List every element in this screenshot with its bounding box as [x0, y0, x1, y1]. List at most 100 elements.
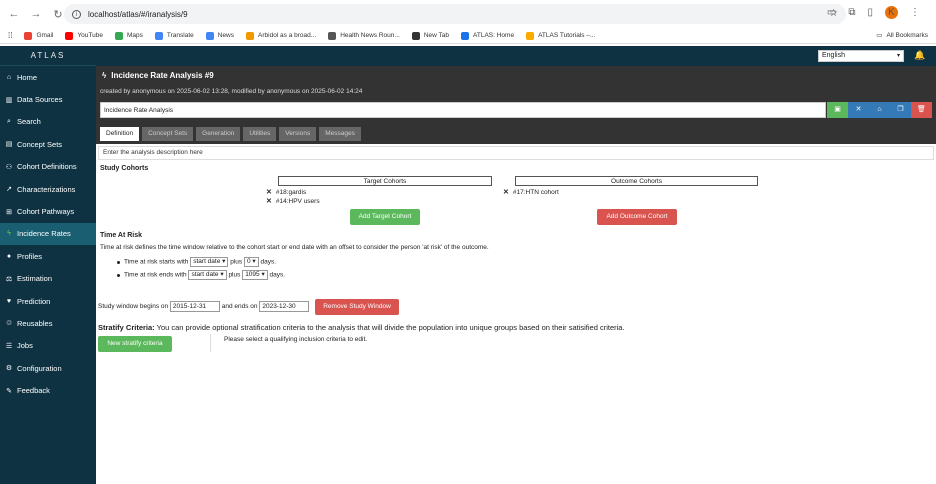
- time-at-risk-heading: Time At Risk: [100, 232, 143, 239]
- sidebar-item-cohort-definitions[interactable]: ⚇ Cohort Definitions: [0, 156, 96, 178]
- tar-start-offset-select[interactable]: 0 ▾: [243, 257, 259, 267]
- sidebar-item-incidence-rates[interactable]: ϟ Incidence Rates: [0, 222, 96, 246]
- forward-icon[interactable]: →: [28, 8, 44, 20]
- cogs-icon: ⚙: [5, 365, 13, 373]
- folder-icon: ▭: [876, 32, 883, 39]
- tab-definition[interactable]: Definition: [100, 127, 140, 141]
- back-icon[interactable]: ←: [6, 8, 22, 20]
- sidebar-item-jobs[interactable]: ☰ Jobs: [0, 335, 96, 357]
- delete-button[interactable]: 🗑: [911, 102, 932, 118]
- page-title-text: Incidence Rate Analysis #9: [111, 71, 214, 80]
- tab-messages[interactable]: Messages: [319, 127, 361, 141]
- sidebar-item-concept-sets[interactable]: ▤ Concept Sets: [0, 133, 96, 155]
- tar-start-anchor-select[interactable]: start date ▾: [190, 257, 229, 267]
- extensions-icon[interactable]: ⧉: [848, 7, 855, 18]
- sidebar-item-label: Home: [17, 72, 38, 82]
- site-info-icon[interactable]: i: [72, 9, 81, 19]
- description-input[interactable]: Enter the analysis description here: [98, 146, 934, 160]
- sidebar-item-prediction[interactable]: ♥ Prediction: [0, 290, 96, 312]
- tag-icon: ⌂: [877, 106, 882, 113]
- add-outcome-cohort-button[interactable]: Add Outcome Cohort: [597, 209, 677, 225]
- copy-button[interactable]: ❐: [890, 102, 911, 118]
- browser-menu-icon[interactable]: ⋮: [910, 7, 920, 18]
- sidebar-item-characterizations[interactable]: ↗ Characterizations: [0, 178, 96, 200]
- bookmark-item[interactable]: Maps: [114, 31, 143, 40]
- bookmark-item[interactable]: Health News Roun...: [328, 31, 400, 40]
- remove-study-window-button[interactable]: Remove Study Window: [315, 299, 399, 315]
- add-target-cohort-button[interactable]: Add Target Cohort: [350, 209, 420, 225]
- sidebar-item-configuration[interactable]: ⚙ Configuration: [0, 357, 96, 379]
- bookmark-item[interactable]: Arbidol as a broad...: [246, 31, 316, 40]
- language-select[interactable]: English ▾: [818, 50, 904, 62]
- sidebar-item-label: Search: [17, 117, 41, 127]
- all-bookmarks[interactable]: ▭ All Bookmarks: [876, 31, 928, 40]
- bookmark-item[interactable]: YouTube: [65, 31, 103, 40]
- tar-end-anchor-select[interactable]: start date ▾: [188, 270, 227, 280]
- sidebar-item-label: Estimation: [17, 274, 53, 284]
- tab-concept-sets[interactable]: Concept Sets: [142, 127, 194, 141]
- bolt-icon: ϟ: [7, 230, 11, 238]
- sidebar-item-search[interactable]: ⌕ Search: [0, 111, 96, 133]
- users-icon: ⚇: [5, 163, 13, 171]
- bell-icon[interactable]: 🔔: [914, 50, 925, 61]
- bookmark-label: YouTube: [77, 32, 103, 39]
- user-icon: ●: [6, 252, 12, 260]
- tab-utilities[interactable]: Utilities: [243, 127, 277, 141]
- remove-icon[interactable]: ✕: [503, 188, 509, 196]
- close-button[interactable]: ✕: [848, 102, 869, 118]
- bookmarks-bar: ⁞⁞ Gmail YouTube Maps Translate News Arbidol …: [0, 28, 936, 44]
- study-window-row: Study window begins on 2015-12-31 and en…: [98, 301, 310, 312]
- sidebar-item-feedback[interactable]: ✎ Feedback: [0, 379, 96, 401]
- chart-icon: ▥: [5, 96, 13, 104]
- apps-icon[interactable]: ⁞⁞: [8, 31, 12, 40]
- line-chart-icon: ↗: [6, 186, 12, 194]
- chevron-down-icon: ▾: [896, 53, 900, 59]
- bullet: [117, 260, 120, 264]
- home-icon: ⌂: [6, 73, 12, 81]
- sidebar-item-home[interactable]: ⌂ Home: [0, 66, 96, 88]
- study-window-end-input[interactable]: 2023-12-30: [259, 301, 310, 312]
- tar-end-prefix: Time at risk ends with: [124, 271, 187, 279]
- tar-start-anchor-value: start date: [193, 258, 221, 265]
- bolt-icon: ϟ: [102, 71, 107, 80]
- save-button[interactable]: ▣: [827, 102, 848, 118]
- reader-mode-icon[interactable]: ▭: [827, 7, 836, 18]
- tab-versions[interactable]: Versions: [279, 127, 317, 141]
- sidebar-item-data-sources[interactable]: ▥ Data Sources: [0, 88, 96, 110]
- tar-end-offset-select[interactable]: 1095 ▾: [242, 270, 268, 280]
- remove-icon[interactable]: ✕: [266, 188, 272, 196]
- address-bar[interactable]: i localhost/atlas/#/iranalysis/9 ☆: [64, 4, 846, 24]
- sidebar-item-profiles[interactable]: ● Profiles: [0, 245, 96, 267]
- sidebar-item-estimation[interactable]: ⚖ Estimation: [0, 268, 96, 290]
- profile-avatar[interactable]: K: [885, 6, 898, 19]
- app-brand[interactable]: ATLAS: [0, 46, 96, 66]
- days-label: days.: [269, 271, 286, 279]
- bookmark-item[interactable]: News: [205, 31, 234, 40]
- url-text: localhost/atlas/#/iranalysis/9: [88, 9, 188, 19]
- remove-icon[interactable]: ✕: [266, 197, 272, 205]
- bookmark-item[interactable]: New Tab: [411, 31, 449, 40]
- stratify-heading: Stratify Criteria:: [98, 323, 155, 332]
- bookmark-item[interactable]: Gmail: [24, 31, 53, 40]
- stratify-criteria-text: Stratify Criteria: You can provide optio…: [98, 323, 625, 332]
- sidebar-item-cohort-pathways[interactable]: ⊞ Cohort Pathways: [0, 200, 96, 222]
- balance-icon: ⚖: [5, 275, 13, 283]
- sidebar-item-label: Cohort Definitions: [17, 162, 77, 172]
- bookmark-item[interactable]: Translate: [154, 31, 194, 40]
- bookmark-favicon-icon: [114, 31, 123, 40]
- study-window-start-input[interactable]: 2015-12-31: [169, 301, 220, 312]
- tab-groups-icon[interactable]: ▯: [867, 7, 873, 18]
- tag-button[interactable]: ⌂: [869, 102, 890, 118]
- bookmark-label: New Tab: [423, 32, 449, 39]
- new-stratify-criteria-button[interactable]: New stratify criteria: [98, 336, 172, 352]
- sidebar-item-label: Feedback: [17, 386, 50, 396]
- analysis-name-input[interactable]: Incidence Rate Analysis: [100, 102, 826, 118]
- tab-generation[interactable]: Generation: [196, 127, 241, 141]
- outcome-cohort-label: #17:HTN cohort: [512, 188, 559, 196]
- comment-icon: ✎: [6, 387, 12, 395]
- bookmark-item[interactable]: ATLAS: Home: [461, 31, 514, 40]
- plus-label: plus: [230, 258, 243, 266]
- bookmark-item[interactable]: ATLAS Tutorials –...: [526, 31, 595, 40]
- sidebar-item-label: Profiles: [17, 251, 43, 261]
- sidebar-item-reusables[interactable]: ♲ Reusables: [0, 312, 96, 334]
